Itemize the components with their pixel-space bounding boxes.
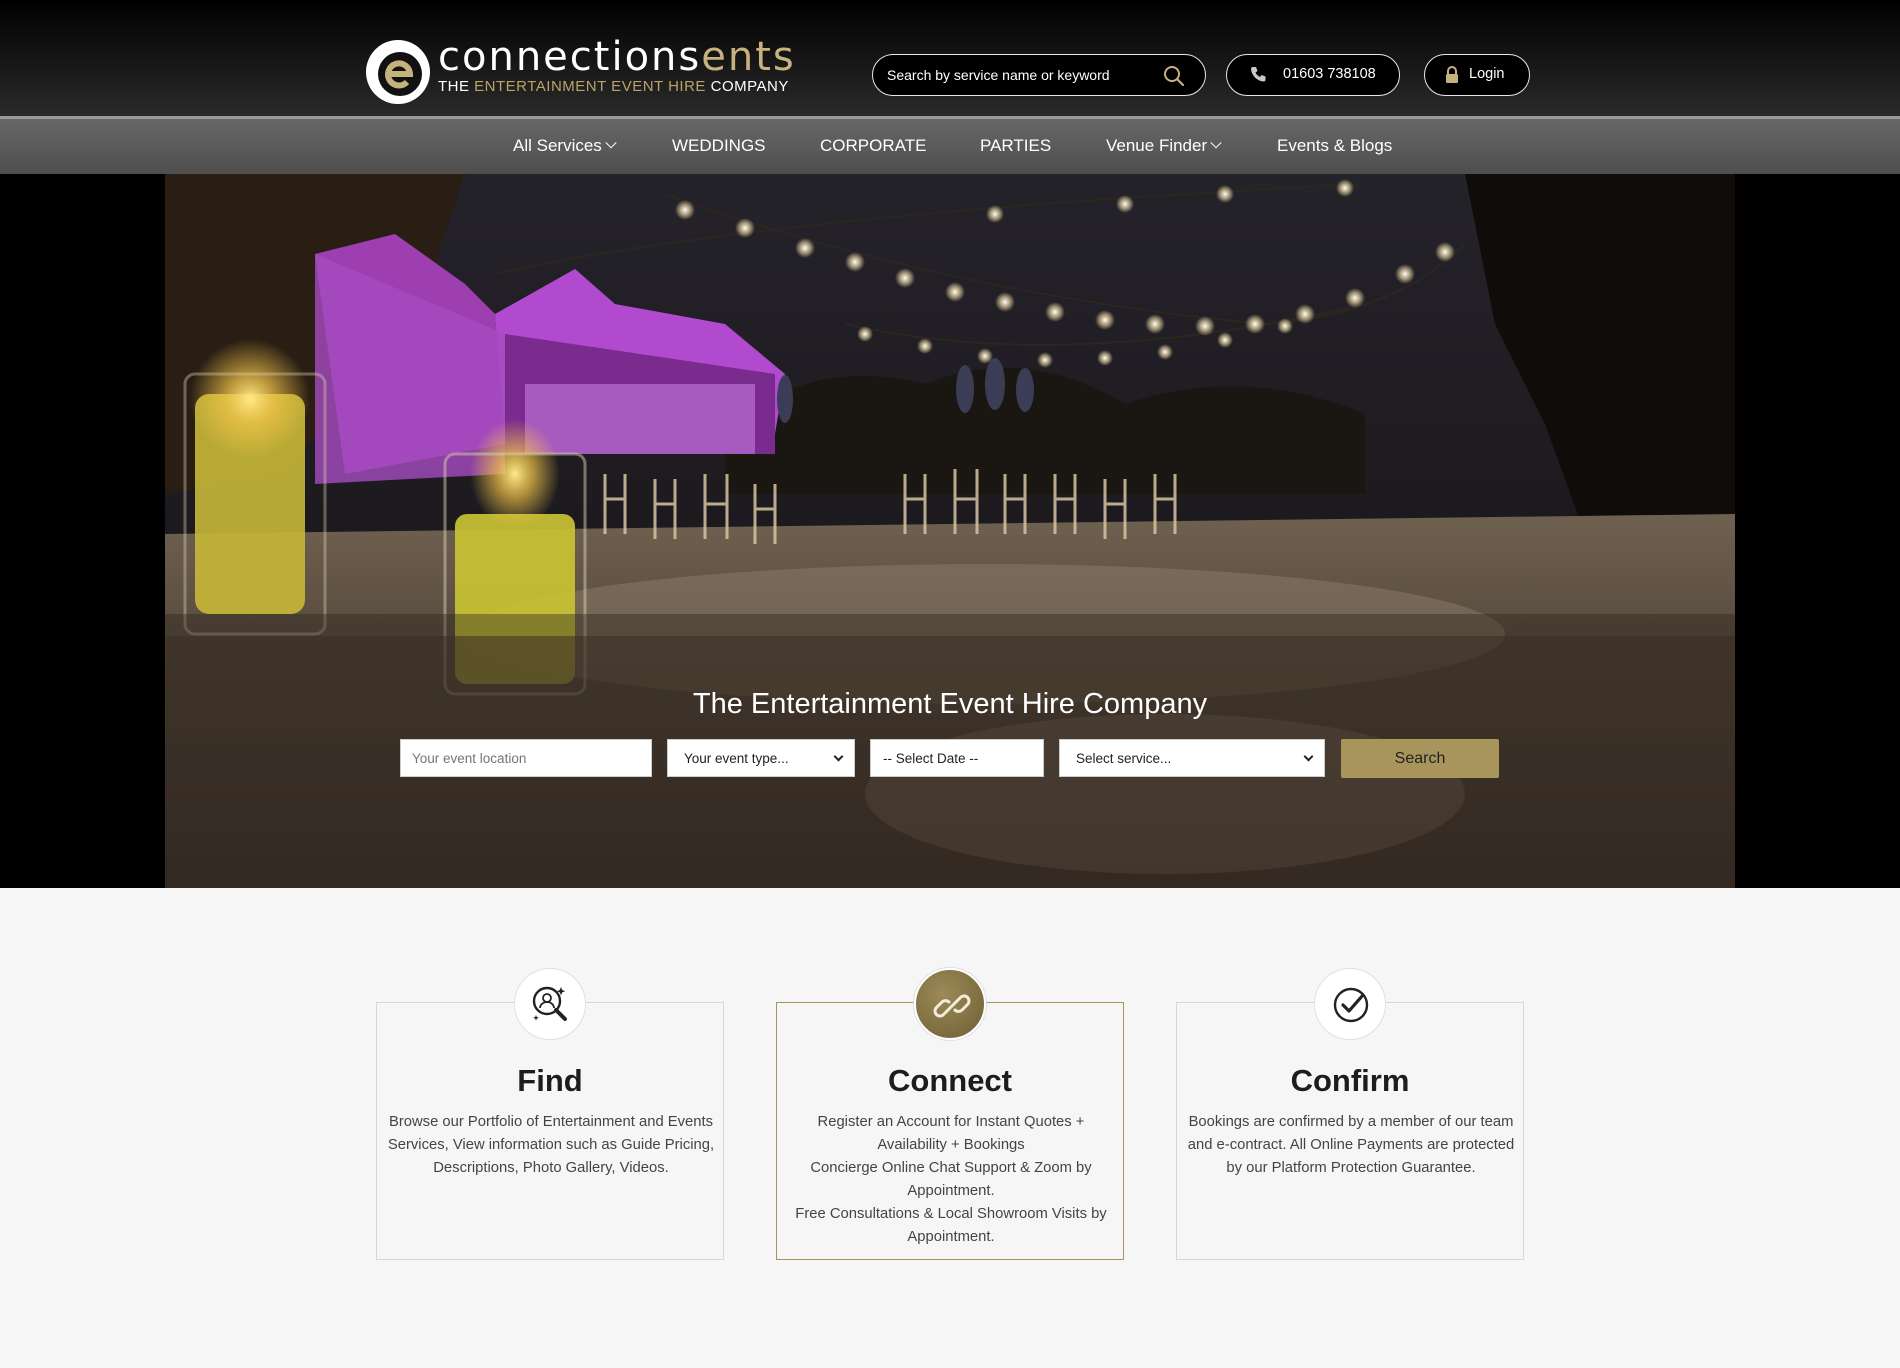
phone-button[interactable]: 01603 738108	[1226, 54, 1400, 96]
chevron-down-icon	[605, 137, 617, 149]
step-text: Register an Account for Instant Quotes +…	[783, 1111, 1119, 1249]
link-chain-icon	[914, 968, 986, 1040]
phone-number: 01603 738108	[1283, 66, 1376, 82]
nav-corporate[interactable]: CORPORATE	[820, 136, 926, 156]
step-text: Browse our Portfolio of Entertainment an…	[387, 1114, 715, 1176]
service-select[interactable]: Select service...	[1059, 739, 1325, 777]
event-location-input[interactable]	[400, 739, 652, 777]
magnifier-person-icon	[514, 968, 586, 1040]
login-label: Login	[1469, 66, 1505, 82]
step-title: Confirm	[1290, 1063, 1410, 1098]
nav-weddings[interactable]: WEDDINGS	[672, 136, 766, 156]
service-value: Select service...	[1076, 751, 1172, 766]
logo-wordmark: connectionsents	[438, 34, 796, 80]
login-button[interactable]: Login	[1424, 54, 1530, 96]
logo-emblem	[366, 40, 430, 104]
date-select[interactable]: -- Select Date --	[870, 739, 1044, 777]
step-title: Connect	[888, 1063, 1012, 1098]
site-search	[872, 54, 1206, 96]
phone-icon	[1249, 65, 1267, 85]
hero-title: The Entertainment Event Hire Company	[692, 688, 1208, 720]
search-icon[interactable]	[1161, 63, 1187, 89]
event-type-value: Your event type...	[684, 751, 789, 766]
chevron-down-icon	[1303, 751, 1314, 762]
site-logo[interactable]: connectionsents THE ENTERTAINMENT EVENT …	[366, 34, 794, 106]
chevron-down-icon	[833, 751, 844, 762]
nav-all-services[interactable]: All Services	[513, 136, 617, 156]
step-text: Bookings are confirmed by a member of ou…	[1187, 1114, 1515, 1176]
step-text-line: Free Consultations & Local Showroom Visi…	[795, 1206, 1107, 1245]
step-text-line: Register an Account for Instant Quotes +…	[817, 1114, 1085, 1153]
hero-banner: The Entertainment Event Hire Company You…	[0, 174, 1900, 888]
logo-tagline: THE ENTERTAINMENT EVENT HIRE COMPANY	[438, 78, 789, 95]
hero-search-button[interactable]: Search	[1341, 739, 1499, 778]
nav-events-blogs[interactable]: Events & Blogs	[1277, 136, 1392, 156]
event-type-select[interactable]: Your event type...	[667, 739, 855, 777]
nav-venue-finder[interactable]: Venue Finder	[1106, 136, 1222, 156]
date-value: -- Select Date --	[883, 751, 979, 766]
search-input[interactable]	[887, 64, 1157, 86]
chevron-down-icon	[1210, 137, 1222, 149]
step-text-line: Concierge Online Chat Support & Zoom by …	[810, 1160, 1092, 1199]
lock-icon	[1443, 65, 1461, 85]
check-circle-icon	[1314, 968, 1386, 1040]
step-title: Find	[517, 1063, 583, 1098]
main-nav: All Services WEDDINGS CORPORATE PARTIES …	[0, 119, 1900, 174]
nav-parties[interactable]: PARTIES	[980, 136, 1051, 156]
